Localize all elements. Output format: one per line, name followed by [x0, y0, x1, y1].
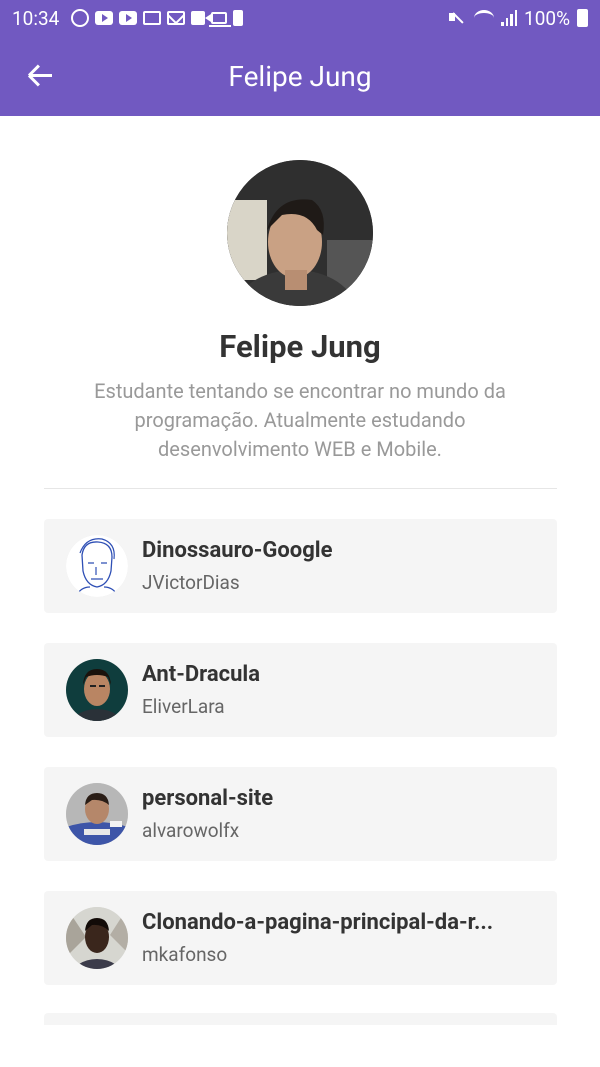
repo-owner: alvarowolfx: [142, 819, 240, 842]
notification-icons: [71, 9, 244, 27]
repo-info: Ant-Dracula EliverLara: [142, 662, 532, 718]
repo-info: Clonando-a-pagina-principal-da-r... mkaf…: [142, 910, 532, 966]
battery-icon: [577, 9, 588, 27]
owner-avatar: [66, 907, 128, 969]
repo-card[interactable]: Ant-Dracula EliverLara: [44, 643, 557, 737]
laptop-icon: [209, 12, 232, 27]
repo-title: Ant-Dracula: [142, 662, 261, 687]
youtube-icon: [119, 11, 138, 25]
repo-title: Dinossauro-Google: [142, 538, 333, 563]
repo-owner: EliverLara: [142, 695, 225, 718]
battery-percent: 100%: [524, 6, 570, 30]
repo-title: personal-site: [142, 786, 274, 811]
profile-name: Felipe Jung: [219, 328, 381, 365]
back-button[interactable]: [22, 60, 58, 92]
voicemail-icon: [143, 11, 162, 25]
repo-card[interactable]: Clonando-a-pagina-principal-da-r... mkaf…: [44, 891, 557, 985]
status-time: 10:34: [12, 6, 60, 30]
signal-icon: [501, 10, 518, 26]
app-bar: Felipe Jung: [0, 36, 600, 116]
video-camera-icon: [191, 11, 212, 25]
status-left: 10:34: [12, 6, 244, 30]
owner-avatar: [66, 783, 128, 845]
divider: [44, 488, 557, 489]
status-bar: 10:34 100%: [0, 0, 600, 36]
battery-saver-icon: [233, 10, 244, 26]
repo-owner: JVictorDias: [142, 571, 240, 594]
mute-icon: [449, 10, 467, 26]
wifi-icon: [474, 10, 495, 26]
repo-owner: mkafonso: [142, 943, 228, 966]
arrow-left-icon: [27, 64, 52, 88]
page-title: Felipe Jung: [228, 59, 372, 93]
starred-repo-list: Dinossauro-Google JVictorDias Ant-Dracul…: [44, 519, 557, 1015]
profile-header: Felipe Jung Estudante tentando se encont…: [0, 160, 600, 464]
repo-card[interactable]: Dinossauro-Google JVictorDias: [44, 519, 557, 613]
profile-bio: Estudante tentando se encontrar no mundo…: [94, 379, 506, 461]
repo-info: personal-site alvarowolfx: [142, 786, 532, 842]
youtube-icon: [95, 11, 114, 25]
repo-card[interactable]: personal-site alvarowolfx: [44, 767, 557, 861]
owner-avatar: [66, 659, 128, 721]
repo-title: Clonando-a-pagina-principal-da-r...: [142, 910, 494, 935]
profile-avatar: [227, 160, 373, 306]
repo-card[interactable]: [44, 1013, 557, 1025]
status-right: 100%: [449, 7, 588, 30]
repo-info: Dinossauro-Google JVictorDias: [142, 538, 532, 594]
whatsapp-icon: [71, 9, 90, 27]
owner-avatar: [66, 535, 128, 597]
mail-icon: [167, 11, 186, 25]
